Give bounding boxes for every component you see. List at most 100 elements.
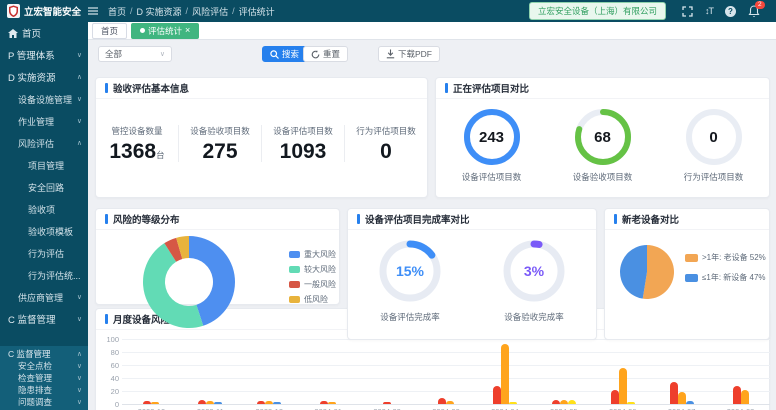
home-icon xyxy=(8,29,18,38)
bar-orange-2024-03 xyxy=(446,401,454,404)
sidebar-item-risk-assessment[interactable]: 风险评估 ∧ xyxy=(0,132,88,154)
sidebar-popup-item-problem-investigation[interactable]: 问题调查∨ xyxy=(0,396,88,408)
close-icon[interactable]: × xyxy=(185,26,190,35)
sidebar-item-acceptance-item-template[interactable]: 验收项模板 xyxy=(0,220,88,242)
age-legend: >1年: 老设备 52% ≤1年: 新设备 47% xyxy=(685,252,766,292)
reset-button[interactable]: 重置 xyxy=(303,46,348,62)
main-content: 首页 评估统计 × 全部 ∨ 搜索 重置 下载PDF xyxy=(88,22,776,410)
legend-item[interactable]: 重大风险 xyxy=(289,249,336,260)
sidebar-item-project-management[interactable]: 项目管理 xyxy=(0,154,88,176)
breadcrumb-item[interactable]: D 实施资源 xyxy=(137,5,182,18)
sidebar-item-label: 隐患排查 xyxy=(18,384,52,396)
legend-label: 重大风险 xyxy=(304,249,336,260)
sidebar-item-label: C 监督管理 xyxy=(8,348,51,360)
sidebar-item-label: 项目管理 xyxy=(28,159,64,172)
sidebar-item-equipment-facility-management[interactable]: 设备设施管理∨ xyxy=(0,88,88,110)
sidebar-item-c-supervision-management[interactable]: C 监督管理 ∨ xyxy=(0,308,88,330)
dashboard-app: 立宏智能安全 首页/ D 实施资源/ 风险评估/ 评估统计 立宏安全设备（上海）… xyxy=(0,0,776,410)
chevron-down-icon: ∨ xyxy=(77,374,82,382)
chevron-down-icon: ∨ xyxy=(77,51,82,59)
legend-item[interactable]: 低风险 xyxy=(289,294,336,305)
ring-device-assessment: 243 设备评估项目数 xyxy=(447,108,537,183)
card-new-old-device-comparison: 新老设备对比 >1年: 老设备 52% ≤1年: 新设备 47% xyxy=(604,208,770,340)
gridline xyxy=(122,365,770,366)
sidebar-item-behavior-assessment-stats[interactable]: 行为评估统... xyxy=(0,264,88,286)
sidebar-popup-item-hidden-danger-check[interactable]: 隐患排查 ∨ xyxy=(0,384,88,396)
filter-select[interactable]: 全部 ∨ xyxy=(98,46,172,62)
chevron-down-icon: ∨ xyxy=(160,50,165,58)
legend-item[interactable]: 一般风险 xyxy=(289,279,336,290)
shield-logo-icon xyxy=(7,4,20,19)
company-button[interactable]: 立宏安全设备（上海）有限公司 xyxy=(529,2,666,20)
chevron-down-icon: ∨ xyxy=(77,293,82,301)
sidebar-item-p-management-system[interactable]: P 管理体系∨ xyxy=(0,44,88,66)
bar-red-2024-07 xyxy=(670,382,678,404)
stat-behavior-items: 行为评估项目数 0 xyxy=(345,125,427,162)
bar-blue-2024-07 xyxy=(686,401,694,404)
app-logo[interactable]: 立宏智能安全 xyxy=(0,0,88,22)
sidebar-item-operation-management[interactable]: 作业管理∨ xyxy=(0,110,88,132)
fullscreen-icon[interactable] xyxy=(682,6,693,17)
search-button[interactable]: 搜索 xyxy=(262,46,307,62)
chevron-down-icon: ∨ xyxy=(77,315,82,323)
stats-row: 管控设备数量 1368台 设备验收项目数 275 设备评估项目数 1093 行为… xyxy=(96,125,427,162)
card-title: 设备评估项目完成率对比 xyxy=(348,209,596,230)
sidebar-item-label: 作业管理 xyxy=(18,115,54,128)
bar-orange-2024-08 xyxy=(741,390,749,404)
bar-yellow-2024-05 xyxy=(568,400,576,404)
bar-red-2024-05 xyxy=(552,400,560,404)
sidebar-item-safety-circuit[interactable]: 安全回路 xyxy=(0,176,88,198)
bar-blue-2023-12 xyxy=(273,402,281,404)
top-header: 立宏智能安全 首页/ D 实施资源/ 风险评估/ 评估统计 立宏安全设备（上海）… xyxy=(0,0,776,22)
sidebar-nav: 首页P 管理体系∨D 实施资源∧设备设施管理∨作业管理∨风险评估∧项目管理安全回… xyxy=(0,22,88,410)
card-acceptance-basic-info: 验收评估基本信息 管控设备数量 1368台 设备验收项目数 275 设备评估项目… xyxy=(95,77,428,198)
chevron-down-icon: ∨ xyxy=(77,386,82,394)
gridline xyxy=(122,404,770,405)
legend-item[interactable]: 较大风险 xyxy=(289,264,336,275)
sidebar-item-label: 风险评估 xyxy=(18,137,54,150)
bar-red-2024-04 xyxy=(493,386,501,404)
card-risk-level-distribution: 风险的等级分布 重大风险较大风险一般风险低风险 xyxy=(95,208,340,305)
sidebar-popup-item-inspection-management[interactable]: 检查管理 ∨ xyxy=(0,372,88,384)
tab-assessment-stats[interactable]: 评估统计 × xyxy=(131,23,199,39)
stat-assessment-items: 设备评估项目数 1093 xyxy=(262,125,345,162)
sidebar-item-d-implementation-resources[interactable]: D 实施资源∧ xyxy=(0,66,88,88)
ring-device-acceptance: 68 设备验收项目数 xyxy=(558,108,648,183)
sidebar-item-home[interactable]: 首页 xyxy=(0,22,88,44)
gauge-acceptance-completion: 3% 设备验收完成率 xyxy=(484,240,584,323)
legend-swatch xyxy=(289,296,300,303)
stat-managed-devices: 管控设备数量 1368台 xyxy=(96,125,179,162)
sidebar-item-acceptance-items[interactable]: 验收项 xyxy=(0,198,88,220)
chevron-down-icon: ∨ xyxy=(77,362,82,370)
menu-collapse-icon[interactable] xyxy=(88,7,98,15)
sidebar-item-label: 首页 xyxy=(22,26,41,40)
sidebar-item-label: 检查管理 xyxy=(18,372,52,384)
sidebar-item-behavior-assessment[interactable]: 行为评估 xyxy=(0,242,88,264)
filter-toolbar: 全部 ∨ 搜索 重置 下载PDF xyxy=(88,40,776,74)
bar-orange-2023-12 xyxy=(265,401,273,404)
chevron-up-icon: ∧ xyxy=(77,139,82,147)
sidebar-item-label: 验收项模板 xyxy=(28,225,73,238)
bar-orange-2024-07 xyxy=(678,392,686,404)
risk-legend: 重大风险较大风险一般风险低风险 xyxy=(289,249,336,309)
font-size-icon[interactable]: ↕T xyxy=(705,6,713,16)
tab-home[interactable]: 首页 xyxy=(92,23,127,39)
sidebar-item-supplier-management[interactable]: 供应商管理∨ xyxy=(0,286,88,308)
sidebar-popup-item-safety-spot-check[interactable]: 安全点检∨ xyxy=(0,360,88,372)
breadcrumb-item[interactable]: 首页 xyxy=(108,5,126,18)
tab-bar: 首页 评估统计 × xyxy=(88,22,776,40)
notifications[interactable]: 2 xyxy=(748,5,760,18)
monthly-bar-chart: 1008060402002023-102023-112023-122024-01… xyxy=(122,339,770,405)
sidebar-item-label: 设备设施管理 xyxy=(18,93,72,106)
sidebar-item-label: D 实施资源 xyxy=(8,70,56,84)
breadcrumb-item[interactable]: 评估统计 xyxy=(239,5,275,18)
card-completion-rate-comparison: 设备评估项目完成率对比 15% 设备评估完成率 3% 设备验收完成率 xyxy=(347,208,597,340)
help-icon[interactable]: ? xyxy=(725,6,736,17)
bar-orange-2023-11 xyxy=(206,401,214,404)
download-pdf-button[interactable]: 下载PDF xyxy=(378,46,440,62)
sidebar-popup-item-c-supervision-management[interactable]: C 监督管理∧ xyxy=(0,348,88,360)
breadcrumb-item[interactable]: 风险评估 xyxy=(192,5,228,18)
sidebar-item-label: C 监督管理 xyxy=(8,312,56,326)
y-tick-label: 60 xyxy=(97,361,119,370)
bar-red-2024-01 xyxy=(320,401,328,404)
